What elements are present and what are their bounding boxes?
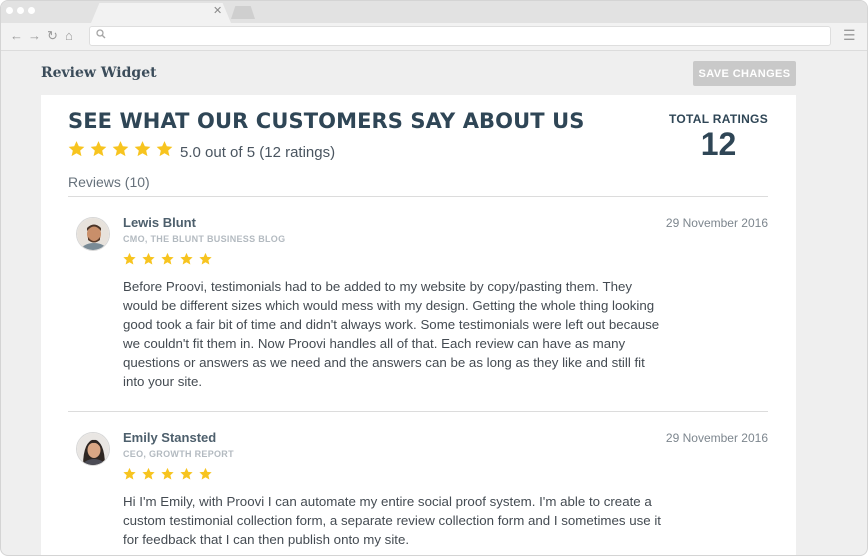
star-icon (199, 467, 212, 480)
page-title: Review Widget (41, 65, 157, 81)
address-input[interactable] (112, 29, 812, 43)
window-control-dot[interactable] (17, 7, 24, 14)
avatar (76, 432, 110, 466)
star-icon (199, 252, 212, 265)
browser-window: ✕ ← → ↻ ⌂ ☰ Review Widget SAVE CHANGES S… (0, 0, 868, 556)
avatar (76, 217, 110, 251)
review-text: Before Proovi, testimonials had to be ad… (123, 279, 660, 389)
forward-arrow-icon[interactable]: → (28, 28, 41, 44)
review-star-rating (122, 252, 213, 266)
hamburger-menu-icon[interactable]: ☰ (843, 27, 856, 43)
rating-summary: 5.0 out of 5 (12 ratings) (180, 144, 336, 161)
divider (68, 411, 768, 412)
star-icon (156, 141, 173, 157)
window-control-dot[interactable] (28, 7, 35, 14)
star-icon (134, 141, 151, 157)
new-tab-button[interactable] (231, 6, 255, 19)
total-ratings-label: TOTAL RATINGS (668, 112, 768, 126)
browser-tab[interactable] (91, 3, 231, 23)
star-icon (123, 252, 136, 265)
title-bar: ✕ (1, 1, 867, 23)
reviewer-role: CEO, GROWTH REPORT (123, 449, 234, 459)
reviewer-role: CMO, THE BLUNT BUSINESS BLOG (123, 234, 286, 244)
star-icon (112, 141, 129, 157)
window-control-dot[interactable] (6, 7, 13, 14)
reload-icon[interactable]: ↻ (47, 28, 58, 44)
address-bar[interactable] (89, 26, 831, 46)
star-icon (180, 252, 193, 265)
review-text: Hi I'm Emily, with Proovi I can automate… (123, 494, 662, 547)
review-widget-card: SEE WHAT OUR CUSTOMERS SAY ABOUT US 5.0 … (41, 95, 796, 555)
back-arrow-icon[interactable]: ← (10, 28, 23, 44)
total-ratings-value: 12 (700, 126, 737, 162)
star-icon (142, 467, 155, 480)
close-icon[interactable]: ✕ (213, 4, 222, 18)
divider (68, 196, 768, 197)
star-icon (123, 467, 136, 480)
review-date: 29 November 2016 (665, 216, 768, 230)
star-icon (180, 467, 193, 480)
star-icon (68, 141, 85, 157)
home-icon[interactable]: ⌂ (65, 28, 73, 44)
reviews-count: Reviews (10) (68, 174, 150, 190)
star-icon (161, 467, 174, 480)
summary-star-rating (67, 140, 174, 158)
star-icon (142, 252, 155, 265)
review-date: 29 November 2016 (665, 431, 768, 445)
reviewer-name: Emily Stansted (123, 430, 217, 445)
browser-toolbar: ← → ↻ ⌂ ☰ (1, 23, 867, 51)
review-star-rating (122, 467, 213, 481)
save-button[interactable]: SAVE CHANGES (693, 61, 796, 86)
star-icon (161, 252, 174, 265)
star-icon (90, 141, 107, 157)
reviewer-name: Lewis Blunt (123, 215, 196, 230)
widget-headline: SEE WHAT OUR CUSTOMERS SAY ABOUT US (68, 109, 585, 133)
search-icon (96, 29, 106, 39)
